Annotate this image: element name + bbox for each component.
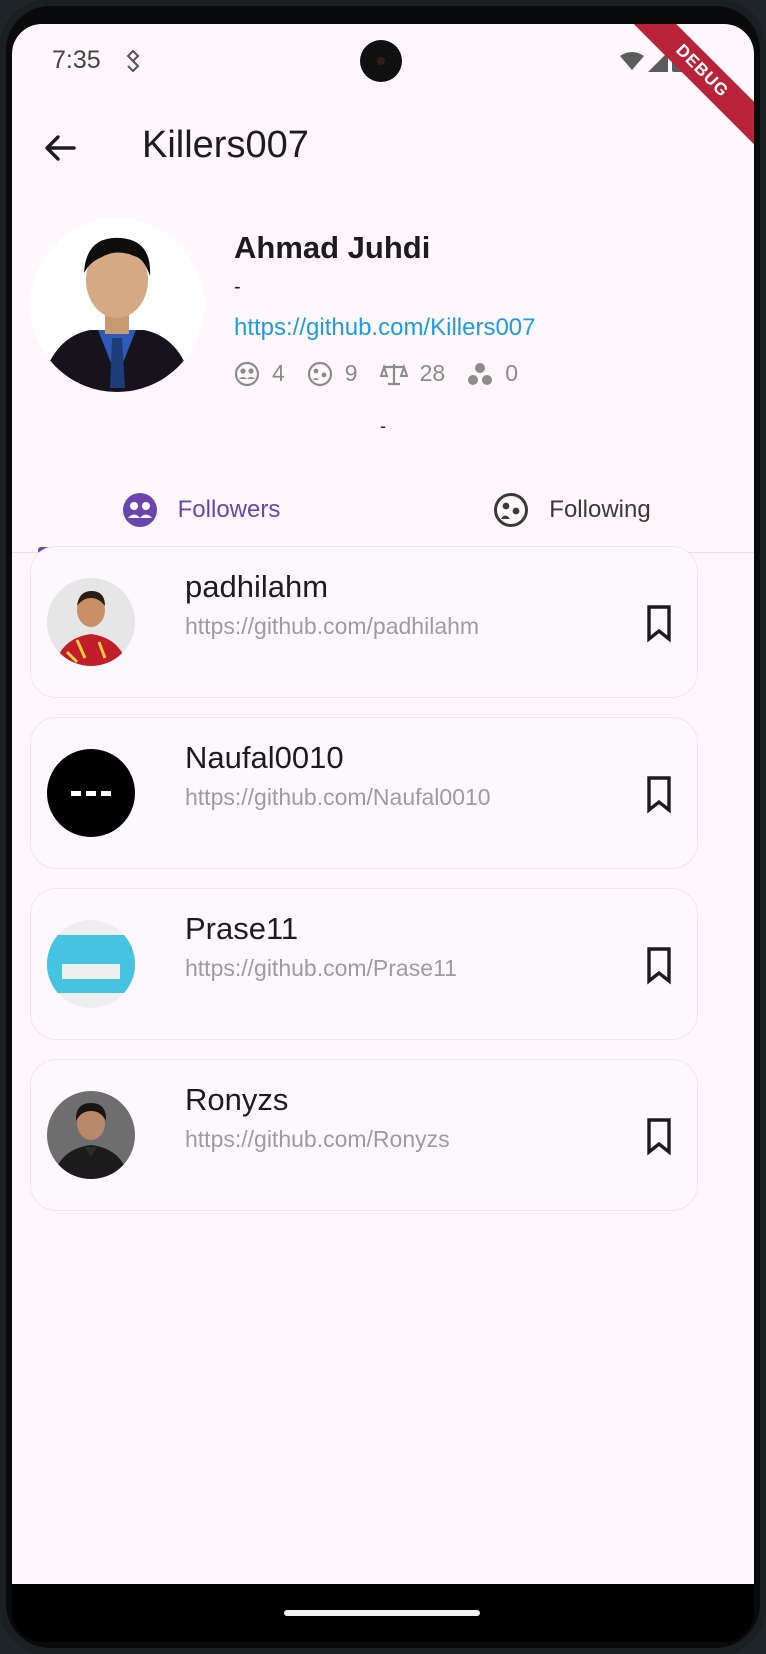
profile-avatar [30,218,204,392]
user-login: padhilahm [185,569,329,604]
system-navigation-bar [12,1584,754,1642]
profile-location: - [380,416,386,436]
followers-icon [122,493,157,527]
user-url: https://github.com/Ronyzs [185,1126,450,1152]
tab-followers-label: Followers [177,496,281,523]
page-title: Killers007 [142,124,309,166]
tab-bar: Followers Following [12,470,754,553]
user-list-item[interactable]: Naufal0010 https://github.com/Naufal0010 [30,717,698,869]
user-url: https://github.com/padhilahm [185,613,480,639]
stat-following: 9 [307,360,358,387]
app-screen: 7:35 DEBUG Killers007 Ahmad Juhdi - http… [12,24,754,1584]
front-camera [360,40,402,82]
user-url: https://github.com/Prase11 [185,955,457,981]
status-time: 7:35 [52,46,101,74]
profile-name: Ahmad Juhdi [234,230,431,265]
user-login: Naufal0010 [185,740,344,775]
debug-banner: DEBUG [620,24,754,153]
user-list-item[interactable]: Ronyzs https://github.com/Ronyzs [30,1059,698,1211]
following-count: 9 [344,360,358,386]
following-icon [494,493,529,527]
followers-icon [234,361,260,386]
profile-url-link[interactable]: https://github.com/Killers007 [234,314,536,342]
repositories-scale-icon [379,363,408,385]
stat-repositories: 28 [379,360,446,387]
bookmark-icon[interactable] [641,603,677,643]
user-avatar [47,749,135,837]
stat-followers: 4 [234,360,285,387]
user-list-item[interactable]: Prase11 https://github.com/Prase11 [30,888,698,1040]
user-avatar [47,920,135,1008]
gists-icon [468,362,493,385]
user-url: https://github.com/Naufal0010 [185,784,491,810]
followers-count: 4 [272,360,285,386]
gists-count: 0 [505,360,518,386]
bookmark-icon[interactable] [641,945,677,985]
repositories-count: 28 [419,360,446,386]
user-avatar [47,578,135,666]
tab-followers[interactable]: Followers [38,470,364,550]
home-gesture-handle[interactable] [284,1610,480,1616]
back-arrow-icon[interactable] [40,128,80,168]
tab-following[interactable]: Following [390,470,754,550]
stat-gists: 0 [467,360,518,387]
following-icon [307,361,332,386]
bookmark-icon[interactable] [641,774,677,814]
profile-stats: 4 9 28 0 [234,360,540,387]
bookmark-icon[interactable] [641,1116,677,1156]
user-avatar [47,1091,135,1179]
user-login: Prase11 [185,911,299,946]
profile-bio: - [234,276,241,298]
accessibility-status-icon [126,50,140,72]
user-login: Ronyzs [185,1082,289,1117]
tab-following-label: Following [549,496,651,523]
user-list-item[interactable]: padhilahm https://github.com/padhilahm [30,546,698,698]
